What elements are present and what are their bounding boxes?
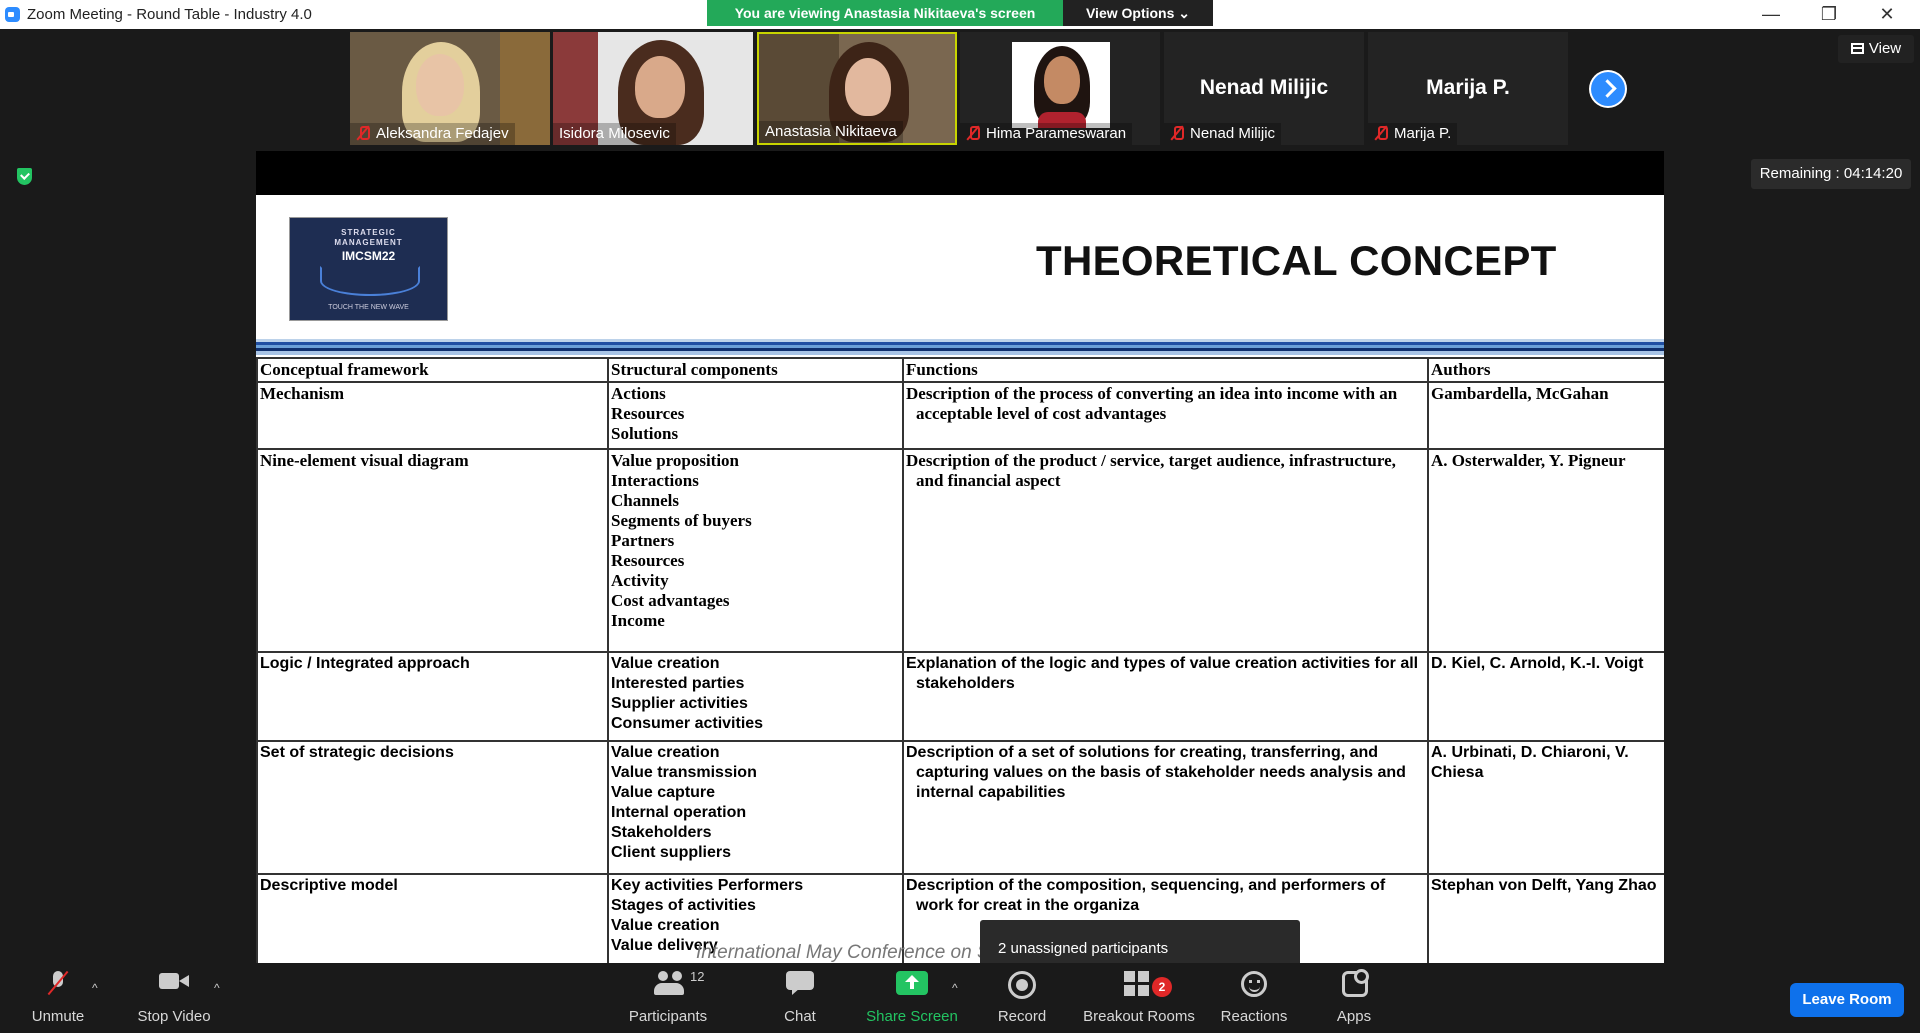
- participant-display-name: Nenad Milijic: [1199, 76, 1329, 99]
- apps-icon: [1342, 969, 1369, 997]
- participants-button[interactable]: 12 Participants: [620, 963, 716, 1033]
- chat-bubble-icon: [786, 971, 814, 995]
- muted-mic-icon: [1170, 125, 1184, 140]
- functions-cell: Explanation of the logic and types of va…: [902, 651, 1429, 742]
- minimize-button[interactable]: —: [1742, 0, 1800, 29]
- zoom-app-icon: [5, 7, 20, 22]
- video-camera-icon: [159, 971, 189, 991]
- shared-screen: STRATEGIC MANAGEMENT IMCSM22 TOUCH THE N…: [256, 151, 1664, 963]
- muted-microphone-icon: [50, 971, 66, 995]
- close-button[interactable]: ✕: [1858, 0, 1916, 29]
- participant-tile[interactable]: Marija P. Marija P.: [1368, 32, 1568, 145]
- authors-cell: Gambardella, McGahan: [1427, 381, 1664, 450]
- breakout-rooms-button[interactable]: Breakout Rooms: [1078, 963, 1200, 1033]
- participant-tile[interactable]: Isidora Milosevic: [553, 32, 753, 145]
- participants-icon: [654, 971, 688, 995]
- conference-logo: STRATEGIC MANAGEMENT IMCSM22 TOUCH THE N…: [289, 217, 448, 321]
- table-row: Logic / Integrated approach Value creati…: [256, 651, 1664, 742]
- viewing-screen-banner: You are viewing Anastasia Nikitaeva's sc…: [707, 0, 1063, 26]
- unmute-button[interactable]: Unmute: [18, 963, 98, 1033]
- meeting-stage: Aleksandra Fedajev Isidora Milosevic Ana…: [0, 29, 1920, 986]
- share-options-caret-icon[interactable]: ^: [952, 981, 958, 995]
- table-row: Mechanism Actions Resources Solutions De…: [256, 381, 1664, 450]
- components-cell: Value creation Value transmission Value …: [607, 740, 904, 875]
- functions-cell: Description of the process of converting…: [902, 381, 1429, 450]
- authors-cell: Stephan von Delft, Yang Zhao: [1427, 873, 1664, 963]
- stop-video-button[interactable]: Stop Video: [128, 963, 220, 1033]
- participant-name: Anastasia Nikitaeva: [759, 121, 903, 143]
- slide-title: THEORETICAL CONCEPT: [1036, 237, 1557, 284]
- participant-name: Hima Parameswaran: [960, 123, 1133, 145]
- view-options-button[interactable]: View Options ⌄: [1063, 0, 1213, 26]
- next-page-arrow-icon[interactable]: [1589, 70, 1627, 108]
- functions-cell: Description of a set of solutions for cr…: [902, 740, 1429, 875]
- remaining-time: Remaining : 04:14:20: [1751, 159, 1911, 189]
- decorative-bars: [256, 339, 1664, 355]
- participant-tile[interactable]: Hima Parameswaran: [960, 32, 1160, 145]
- record-button[interactable]: Record: [982, 963, 1062, 1033]
- framework-cell: Descriptive model: [256, 873, 609, 963]
- authors-cell: A. Osterwalder, Y. Pigneur: [1427, 448, 1664, 653]
- column-header: Conceptual framework: [256, 357, 609, 383]
- components-cell: Value creation Interested parties Suppli…: [607, 651, 904, 742]
- framework-cell: Logic / Integrated approach: [256, 651, 609, 742]
- authors-cell: A. Urbinati, D. Chiaroni, V. Chiesa: [1427, 740, 1664, 875]
- framework-cell: Nine-element visual diagram: [256, 448, 609, 653]
- presentation-slide: STRATEGIC MANAGEMENT IMCSM22 TOUCH THE N…: [256, 195, 1664, 963]
- table-row: Nine-element visual diagram Value propos…: [256, 448, 1664, 653]
- video-options-caret-icon[interactable]: ^: [214, 981, 220, 995]
- column-header: Structural components: [607, 357, 904, 383]
- muted-mic-icon: [1374, 125, 1388, 140]
- reactions-button[interactable]: Reactions: [1214, 963, 1294, 1033]
- table-row: Set of strategic decisions Value creatio…: [256, 740, 1664, 875]
- chat-button[interactable]: Chat: [760, 963, 840, 1033]
- muted-mic-icon: [356, 125, 370, 140]
- participant-tile[interactable]: Aleksandra Fedajev: [350, 32, 550, 145]
- column-header: Authors: [1427, 357, 1664, 383]
- participant-name: Nenad Milijic: [1164, 123, 1282, 145]
- security-shield-icon[interactable]: [17, 168, 32, 185]
- breakout-notification-badge: 2: [1152, 977, 1172, 997]
- participant-name: Isidora Milosevic: [553, 123, 676, 145]
- participant-photo: [1012, 42, 1110, 128]
- meeting-toolbar: Unmute ^ Stop Video ^ 12 Participants Ch…: [0, 963, 1920, 1033]
- framework-cell: Mechanism: [256, 381, 609, 450]
- record-icon: [1008, 971, 1036, 999]
- authors-cell: D. Kiel, C. Arnold, K.-I. Voigt: [1427, 651, 1664, 742]
- share-screen-icon: [896, 971, 928, 995]
- apps-button[interactable]: Apps: [1314, 963, 1394, 1033]
- share-screen-button[interactable]: Share Screen: [862, 963, 962, 1033]
- components-cell: Actions Resources Solutions: [607, 381, 904, 450]
- participant-tile[interactable]: Nenad Milijic Nenad Milijic: [1164, 32, 1364, 145]
- title-bar: Zoom Meeting - Round Table - Industry 4.…: [0, 0, 1920, 29]
- participant-name: Marija P.: [1368, 123, 1458, 145]
- participant-display-name: Marija P.: [1426, 76, 1510, 99]
- table-header-row: Conceptual framework Structural componen…: [256, 357, 1664, 383]
- framework-cell: Set of strategic decisions: [256, 740, 609, 875]
- participant-name: Aleksandra Fedajev: [350, 123, 515, 145]
- leave-room-button[interactable]: Leave Room: [1790, 983, 1904, 1017]
- components-cell: Value proposition Interactions Channels …: [607, 448, 904, 653]
- participant-count: 12: [690, 969, 705, 984]
- grid-icon: [1850, 43, 1864, 54]
- smiley-icon: [1241, 971, 1267, 997]
- column-header: Functions: [902, 357, 1429, 383]
- restore-button[interactable]: ❐: [1800, 0, 1858, 29]
- concept-table: Conceptual framework Structural componen…: [256, 357, 1664, 963]
- audio-options-caret-icon[interactable]: ^: [92, 981, 98, 995]
- participant-tile-active-speaker[interactable]: Anastasia Nikitaeva: [757, 32, 957, 145]
- view-button[interactable]: View: [1838, 35, 1914, 63]
- functions-cell: Description of the product / service, ta…: [902, 448, 1429, 653]
- breakout-rooms-icon: [1124, 971, 1154, 997]
- muted-mic-icon: [966, 125, 980, 140]
- window-title: Zoom Meeting - Round Table - Industry 4.…: [27, 6, 312, 23]
